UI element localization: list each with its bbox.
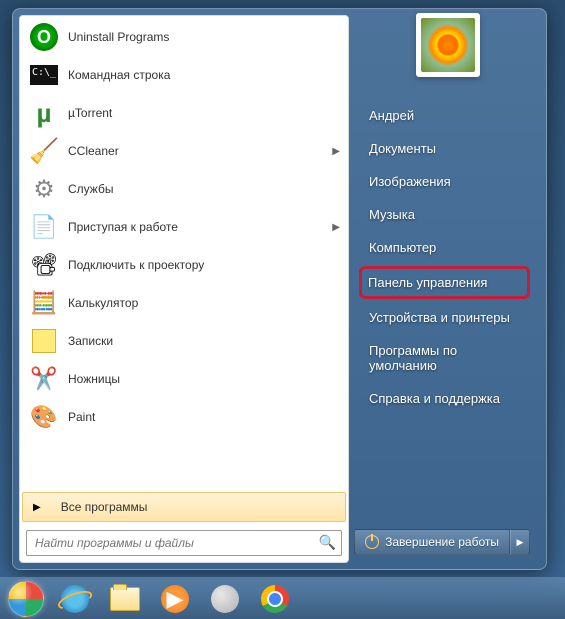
- all-programs-button[interactable]: ▶ Все программы: [22, 492, 346, 522]
- places-item[interactable]: Справка и поддержка: [361, 382, 528, 415]
- program-label: Paint: [68, 410, 340, 424]
- places-item[interactable]: Панель управления: [359, 266, 530, 299]
- program-item-paint[interactable]: 🎨 Paint: [22, 398, 346, 436]
- submenu-arrow-icon: ▶: [332, 146, 340, 157]
- start-button[interactable]: [4, 580, 48, 618]
- shutdown-label: Завершение работы: [385, 535, 499, 549]
- program-label: µTorrent: [68, 106, 340, 120]
- user-picture-image: [421, 18, 475, 72]
- program-label: Записки: [68, 334, 340, 348]
- taskbar-item-ie[interactable]: [50, 581, 100, 617]
- taskbar-items: ▶: [50, 581, 300, 617]
- projector-icon: 📽: [28, 249, 60, 281]
- wmp-icon: ▶: [160, 584, 190, 614]
- taskbar-item-explorer[interactable]: [100, 581, 150, 617]
- places-item[interactable]: Андрей: [361, 99, 528, 132]
- program-item-utorrent[interactable]: µ µTorrent: [22, 94, 346, 132]
- program-item-uninstall[interactable]: O Uninstall Programs: [22, 18, 346, 56]
- places-item[interactable]: Музыка: [361, 198, 528, 231]
- program-label: Калькулятор: [68, 296, 340, 310]
- chrome-icon: [260, 584, 290, 614]
- windows-orb-icon: [8, 581, 44, 617]
- uninstall-icon: O: [28, 21, 60, 53]
- shutdown-button[interactable]: Завершение работы: [354, 529, 510, 555]
- places-panel: АндрейДокументыИзображенияМузыкаКомпьюте…: [349, 15, 540, 563]
- shutdown-options-button[interactable]: ▶: [510, 529, 530, 555]
- ie-icon: [60, 584, 90, 614]
- taskbar-item-wmp[interactable]: ▶: [150, 581, 200, 617]
- triangle-icon: ▶: [33, 502, 41, 513]
- program-label: Приступая к работе: [68, 220, 332, 234]
- all-programs-label: Все программы: [61, 500, 148, 514]
- places-item[interactable]: Компьютер: [361, 231, 528, 264]
- calc-icon: 🧮: [28, 287, 60, 319]
- places-item[interactable]: Изображения: [361, 165, 528, 198]
- cmd-icon: C:\_: [28, 59, 60, 91]
- program-list: O Uninstall Programs C:\_ Командная строка µ…: [20, 16, 348, 490]
- program-item-cmd[interactable]: C:\_ Командная строка: [22, 56, 346, 94]
- search-box: 🔍: [26, 530, 342, 556]
- program-item-ccleaner[interactable]: 🧹 CCleaner▶: [22, 132, 346, 170]
- user-picture[interactable]: [416, 13, 480, 77]
- taskbar-item-blank[interactable]: [200, 581, 250, 617]
- program-item-projector[interactable]: 📽 Подключить к проектору: [22, 246, 346, 284]
- start-menu: O Uninstall Programs C:\_ Командная строка µ…: [12, 8, 547, 570]
- program-item-snip[interactable]: ✂️ Ножницы: [22, 360, 346, 398]
- utorrent-icon: µ: [28, 97, 60, 129]
- program-label: Uninstall Programs: [68, 30, 340, 44]
- places-item[interactable]: Программы по умолчанию: [361, 334, 528, 382]
- program-label: Ножницы: [68, 372, 340, 386]
- places-item[interactable]: Устройства и принтеры: [361, 301, 528, 334]
- places-list: АндрейДокументыИзображенияМузыкаКомпьюте…: [361, 99, 528, 415]
- program-label: Командная строка: [68, 68, 340, 82]
- search-icon[interactable]: 🔍: [319, 534, 336, 551]
- ccleaner-icon: 🧹: [28, 135, 60, 167]
- blank-icon: [210, 584, 240, 614]
- submenu-arrow-icon: ▶: [332, 222, 340, 233]
- getting-icon: 📄: [28, 211, 60, 243]
- program-label: Службы: [68, 182, 340, 196]
- search-input[interactable]: [26, 530, 342, 556]
- notes-icon: [28, 325, 60, 357]
- taskbar: ▶: [0, 577, 565, 619]
- shutdown-area: Завершение работы ▶: [354, 529, 530, 555]
- program-item-getting[interactable]: 📄 Приступая к работе▶: [22, 208, 346, 246]
- program-item-notes[interactable]: Записки: [22, 322, 346, 360]
- snip-icon: ✂️: [28, 363, 60, 395]
- program-item-calc[interactable]: 🧮 Калькулятор: [22, 284, 346, 322]
- programs-panel: O Uninstall Programs C:\_ Командная строка µ…: [19, 15, 349, 563]
- taskbar-item-chrome[interactable]: [250, 581, 300, 617]
- program-item-services[interactable]: ⚙ Службы: [22, 170, 346, 208]
- power-icon: [365, 535, 379, 549]
- explorer-icon: [110, 584, 140, 614]
- places-item[interactable]: Документы: [361, 132, 528, 165]
- program-label: CCleaner: [68, 144, 332, 158]
- program-label: Подключить к проектору: [68, 258, 340, 272]
- paint-icon: 🎨: [28, 401, 60, 433]
- services-icon: ⚙: [28, 173, 60, 205]
